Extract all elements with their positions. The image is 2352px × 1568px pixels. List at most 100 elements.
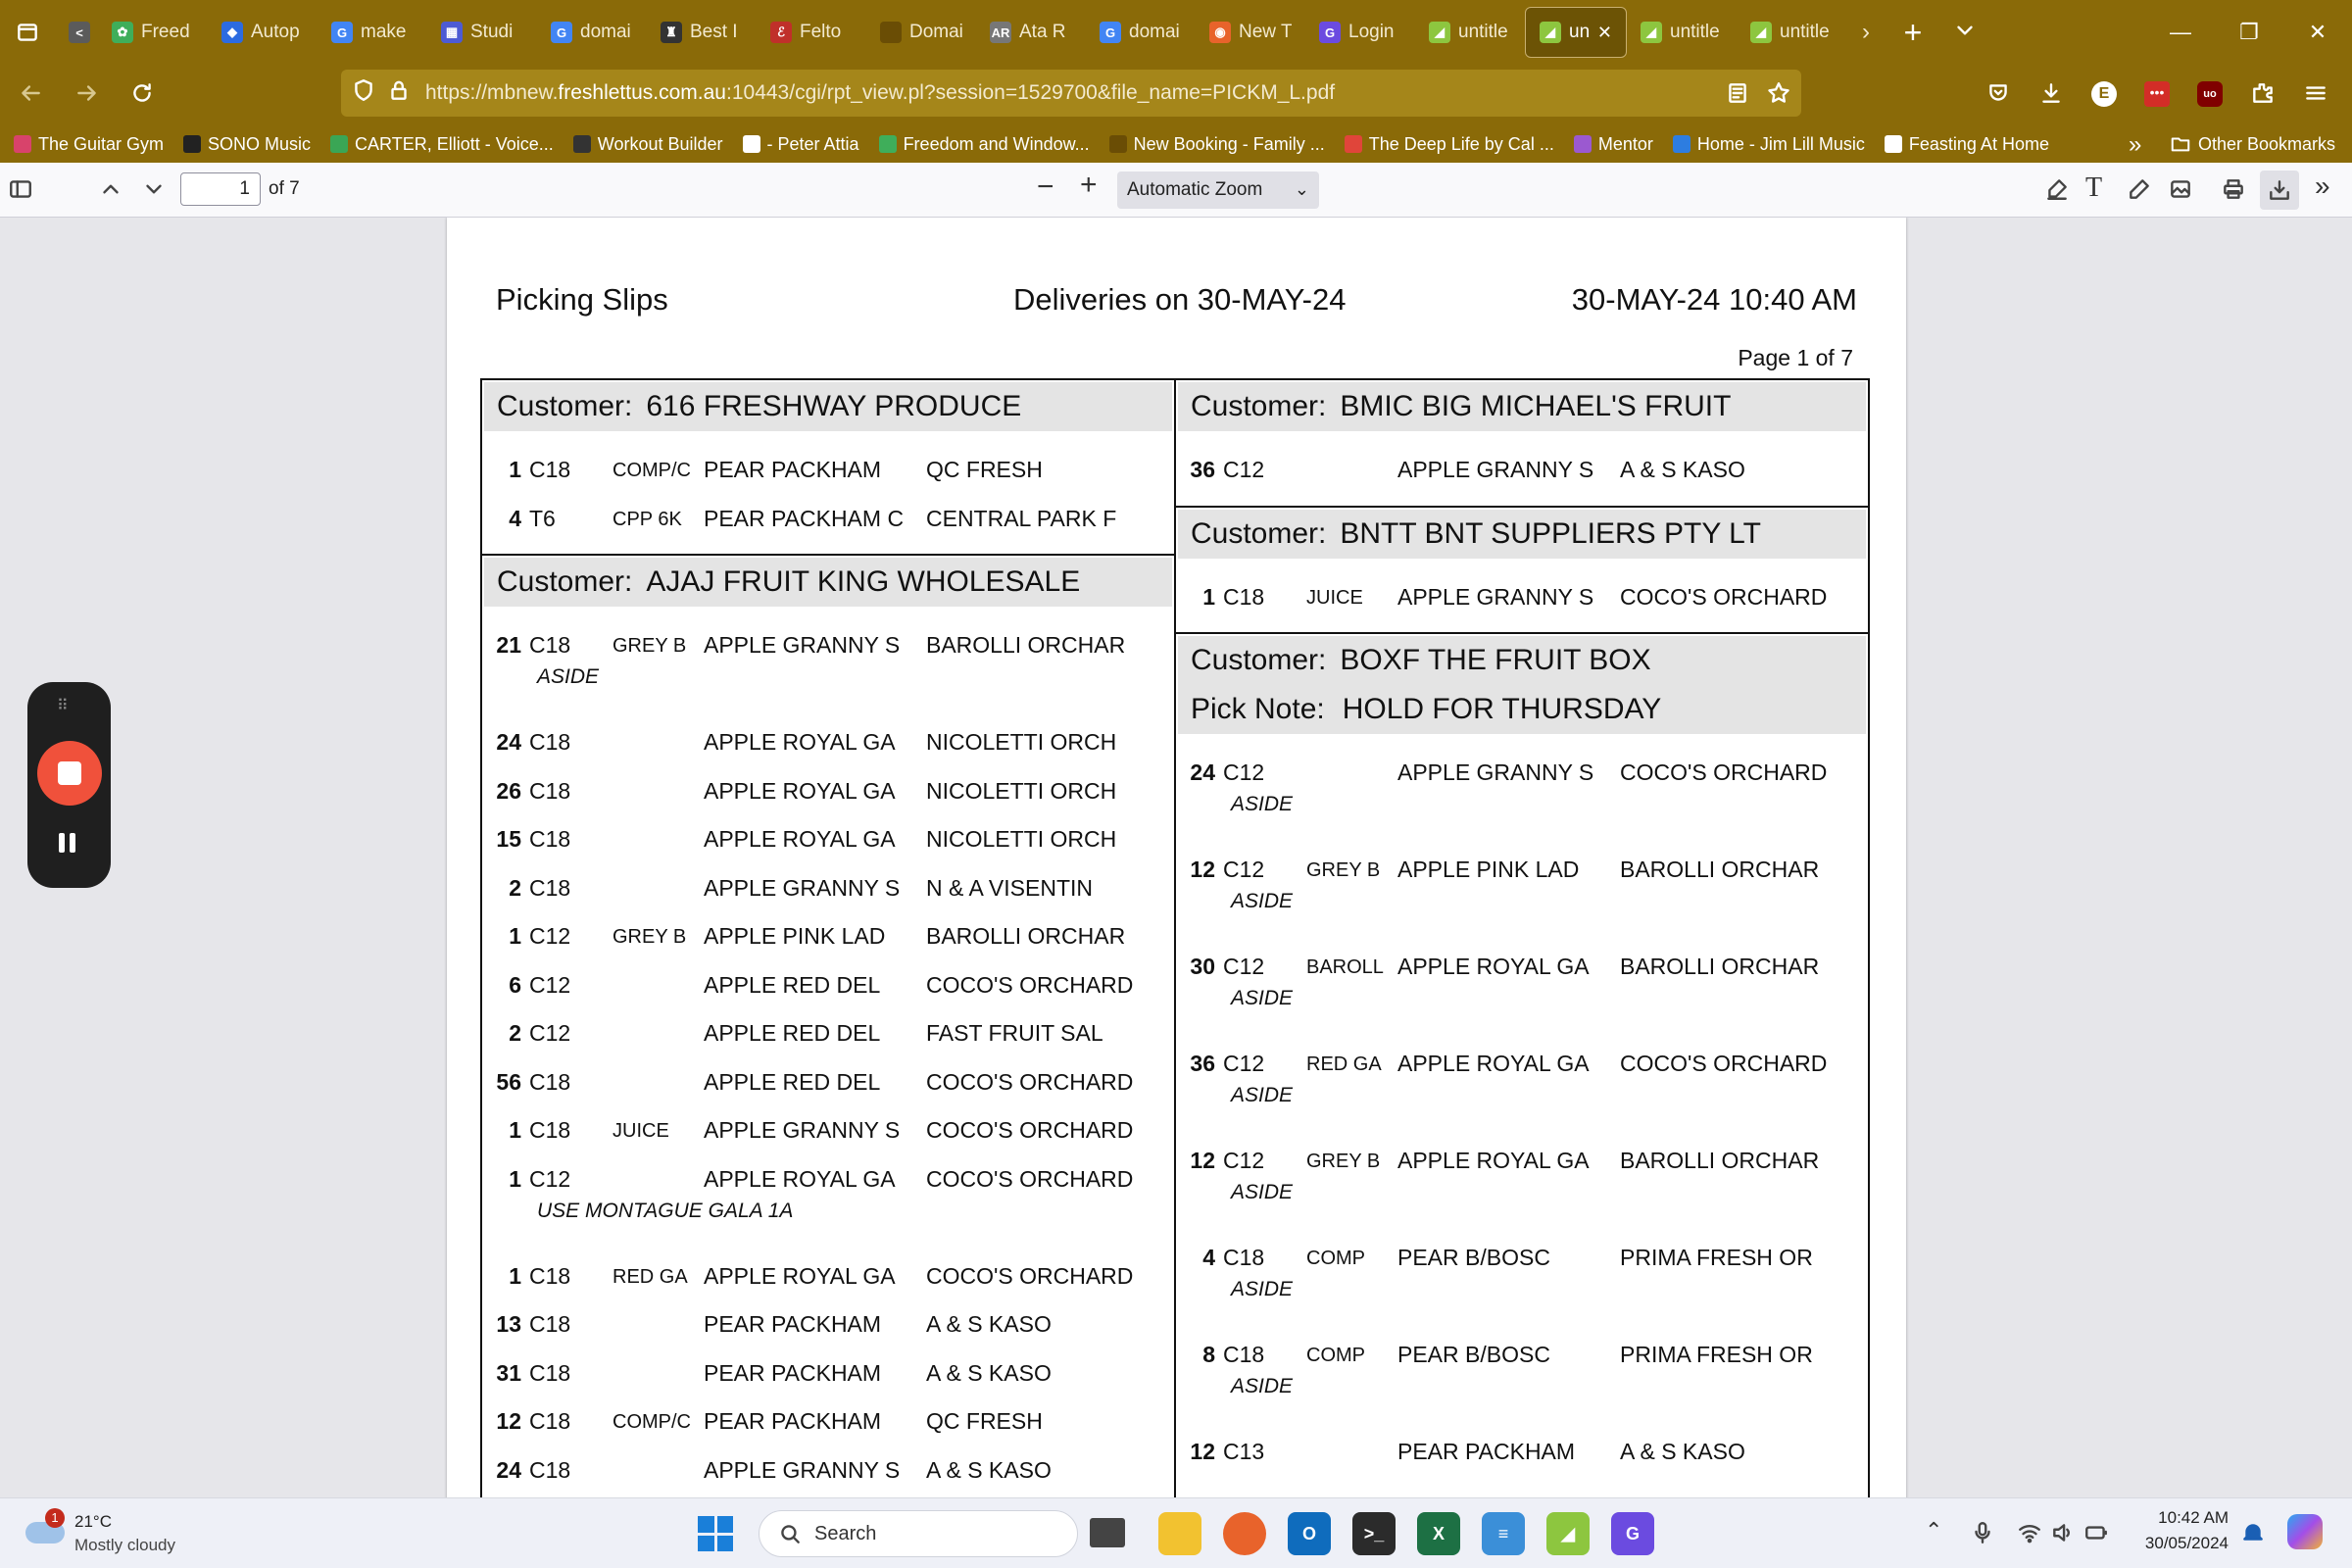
extension-lastpass-icon[interactable]: ••• (2144, 81, 2170, 107)
browser-tab[interactable]: G Login (1305, 7, 1415, 58)
address-bar[interactable]: https://mbnew.freshlettus.com.au:10443/c… (341, 70, 1801, 117)
tools-overflow-icon[interactable]: » (2315, 171, 2330, 202)
search-icon (781, 1525, 800, 1544)
text-tool-icon[interactable]: T (2085, 172, 2102, 204)
terminal-icon[interactable]: >_ (1352, 1512, 1396, 1555)
browser-tab[interactable]: Domaine I (866, 7, 976, 58)
volume-icon[interactable] (2050, 1520, 2076, 1550)
bookmark-item[interactable]: The Deep Life by Cal ... (1344, 134, 1554, 155)
print-icon[interactable] (2221, 176, 2246, 207)
copilot-icon[interactable] (2287, 1514, 2323, 1549)
extension-ublock-icon[interactable]: uo (2197, 81, 2223, 107)
back-icon[interactable] (18, 80, 43, 111)
bookmark-item[interactable]: Freedom and Window... (878, 134, 1090, 155)
downloads-icon[interactable] (2038, 80, 2064, 111)
forward-icon[interactable] (74, 80, 100, 111)
task-view-icon[interactable] (1090, 1518, 1125, 1547)
show-hidden-icons-icon[interactable]: ⌃ (1925, 1518, 1942, 1544)
zoom-out-icon[interactable]: − (1037, 171, 1054, 204)
bookmark-favicon-icon (572, 135, 591, 153)
bookmark-item[interactable]: New Booking - Family ... (1108, 134, 1325, 155)
next-page-icon[interactable] (141, 176, 167, 207)
zoom-select[interactable]: Automatic Zoom ⌄ (1117, 172, 1319, 209)
file-explorer-icon[interactable] (1158, 1512, 1201, 1555)
site-shield-icon[interactable] (351, 77, 376, 109)
lock-icon[interactable] (386, 77, 412, 109)
app-leaf-icon[interactable]: ◢ (1546, 1512, 1590, 1555)
battery-icon[interactable] (2083, 1520, 2109, 1550)
reader-view-icon[interactable] (1725, 80, 1750, 112)
drag-handle-icon[interactable]: ⠿ (57, 696, 71, 715)
wifi-icon[interactable] (2017, 1520, 2042, 1550)
bookmark-item[interactable]: Workout Builder (572, 134, 723, 155)
close-window-icon[interactable]: ✕ (2283, 20, 2352, 45)
browser-tab[interactable]: ♜ Best I (647, 7, 757, 58)
tab-scroll-right-icon[interactable]: › (1846, 19, 1886, 46)
account-avatar-icon[interactable]: E (2091, 81, 2117, 107)
reload-icon[interactable] (129, 80, 155, 111)
menu-hamburger-icon[interactable] (2303, 80, 2328, 111)
browser-tab[interactable]: < (55, 7, 98, 58)
firefox-icon[interactable] (1223, 1512, 1266, 1555)
bookmark-star-icon[interactable] (1766, 80, 1791, 112)
excel-icon[interactable]: X (1417, 1512, 1460, 1555)
clock-date[interactable]: 30/05/2024 (2136, 1534, 2229, 1553)
tab-favicon-icon: G (1319, 22, 1341, 43)
bookmarks-overflow-icon[interactable]: » (2129, 131, 2141, 159)
browser-tab[interactable]: Gdomai (537, 7, 647, 58)
stop-recording-button[interactable] (37, 741, 102, 806)
bookmark-item[interactable]: Feasting At Home (1884, 134, 2049, 155)
item-code: C12 (1223, 857, 1265, 882)
save-pdf-icon[interactable] (2260, 171, 2299, 210)
bookmark-item[interactable]: Home - Jim Lill Music (1672, 134, 1865, 155)
browser-tab[interactable]: ◢ unt ✕ (1525, 7, 1627, 58)
new-tab-button[interactable]: + (1886, 15, 1940, 51)
clock-time[interactable]: 10:42 AM (2154, 1508, 2229, 1528)
notepad-icon[interactable]: ≡ (1482, 1512, 1525, 1555)
previous-page-icon[interactable] (98, 176, 123, 207)
restore-icon[interactable]: ❐ (2215, 20, 2283, 45)
customer-header: Customer: AJAJ FRUIT KING WHOLESALE (484, 558, 1172, 607)
browser-tab[interactable]: ◉ New T (1196, 7, 1305, 58)
browser-tab[interactable]: ℰ Felto (757, 7, 866, 58)
zoom-in-icon[interactable]: + (1080, 169, 1098, 202)
bookmark-item[interactable]: The Guitar Gym (14, 134, 164, 155)
item-product: APPLE GRANNY S (704, 1117, 901, 1143)
browser-tab[interactable]: ◆ Autop (208, 7, 318, 58)
browser-tab[interactable]: ▦ Studi (427, 7, 537, 58)
browser-tab[interactable]: Gmake (318, 7, 427, 58)
outlook-icon[interactable]: O (1288, 1512, 1331, 1555)
browser-tab[interactable]: Gdomai (1086, 7, 1196, 58)
minimize-icon[interactable]: — (2146, 20, 2215, 45)
highlight-tool-icon[interactable] (2044, 176, 2070, 207)
draw-tool-icon[interactable] (2127, 176, 2152, 207)
item-row: 26 C18 APPLE ROYAL GA NICOLETTI ORCH (482, 768, 1174, 817)
extensions-puzzle-icon[interactable] (2250, 80, 2276, 111)
browser-tab[interactable]: AR Ata R (976, 7, 1086, 58)
item-qty: 12 (1190, 857, 1215, 882)
notification-bell-icon[interactable] (2240, 1520, 2266, 1550)
browser-tab[interactable]: ◢ untitle (1627, 7, 1737, 58)
tab-overview-icon[interactable] (0, 20, 55, 45)
browser-tab[interactable]: ✿ Freed (98, 7, 208, 58)
image-tool-icon[interactable] (2168, 176, 2193, 207)
microphone-icon[interactable] (1970, 1520, 1995, 1550)
browser-tab[interactable]: ◢ untitle (1737, 7, 1846, 58)
list-all-tabs-icon[interactable] (1940, 18, 1989, 48)
weather-widget[interactable]: 1 21°C Mostly cloudy (22, 1508, 218, 1561)
browser-tab[interactable]: ◢ untitle (1415, 7, 1525, 58)
app-g-icon[interactable]: G (1611, 1512, 1654, 1555)
other-bookmarks-folder[interactable]: Other Bookmarks (2170, 133, 2335, 155)
close-tab-icon[interactable]: ✕ (1597, 23, 1612, 43)
sidebar-toggle-icon[interactable] (8, 176, 33, 207)
page-number-input[interactable]: 1 (180, 172, 261, 206)
taskbar-search[interactable]: Search (759, 1510, 1078, 1557)
pause-icon[interactable] (59, 833, 75, 853)
pdf-viewer[interactable]: Picking Slips Deliveries on 30-MAY-24 30… (0, 218, 2352, 1497)
bookmark-item[interactable]: SONO Music (183, 134, 311, 155)
bookmark-item[interactable]: CARTER, Elliott - Voice... (330, 134, 554, 155)
start-button[interactable] (698, 1516, 733, 1551)
bookmark-item[interactable]: - Peter Attia (742, 134, 859, 155)
pocket-icon[interactable] (1985, 80, 2011, 111)
bookmark-item[interactable]: Mentor (1573, 134, 1653, 155)
